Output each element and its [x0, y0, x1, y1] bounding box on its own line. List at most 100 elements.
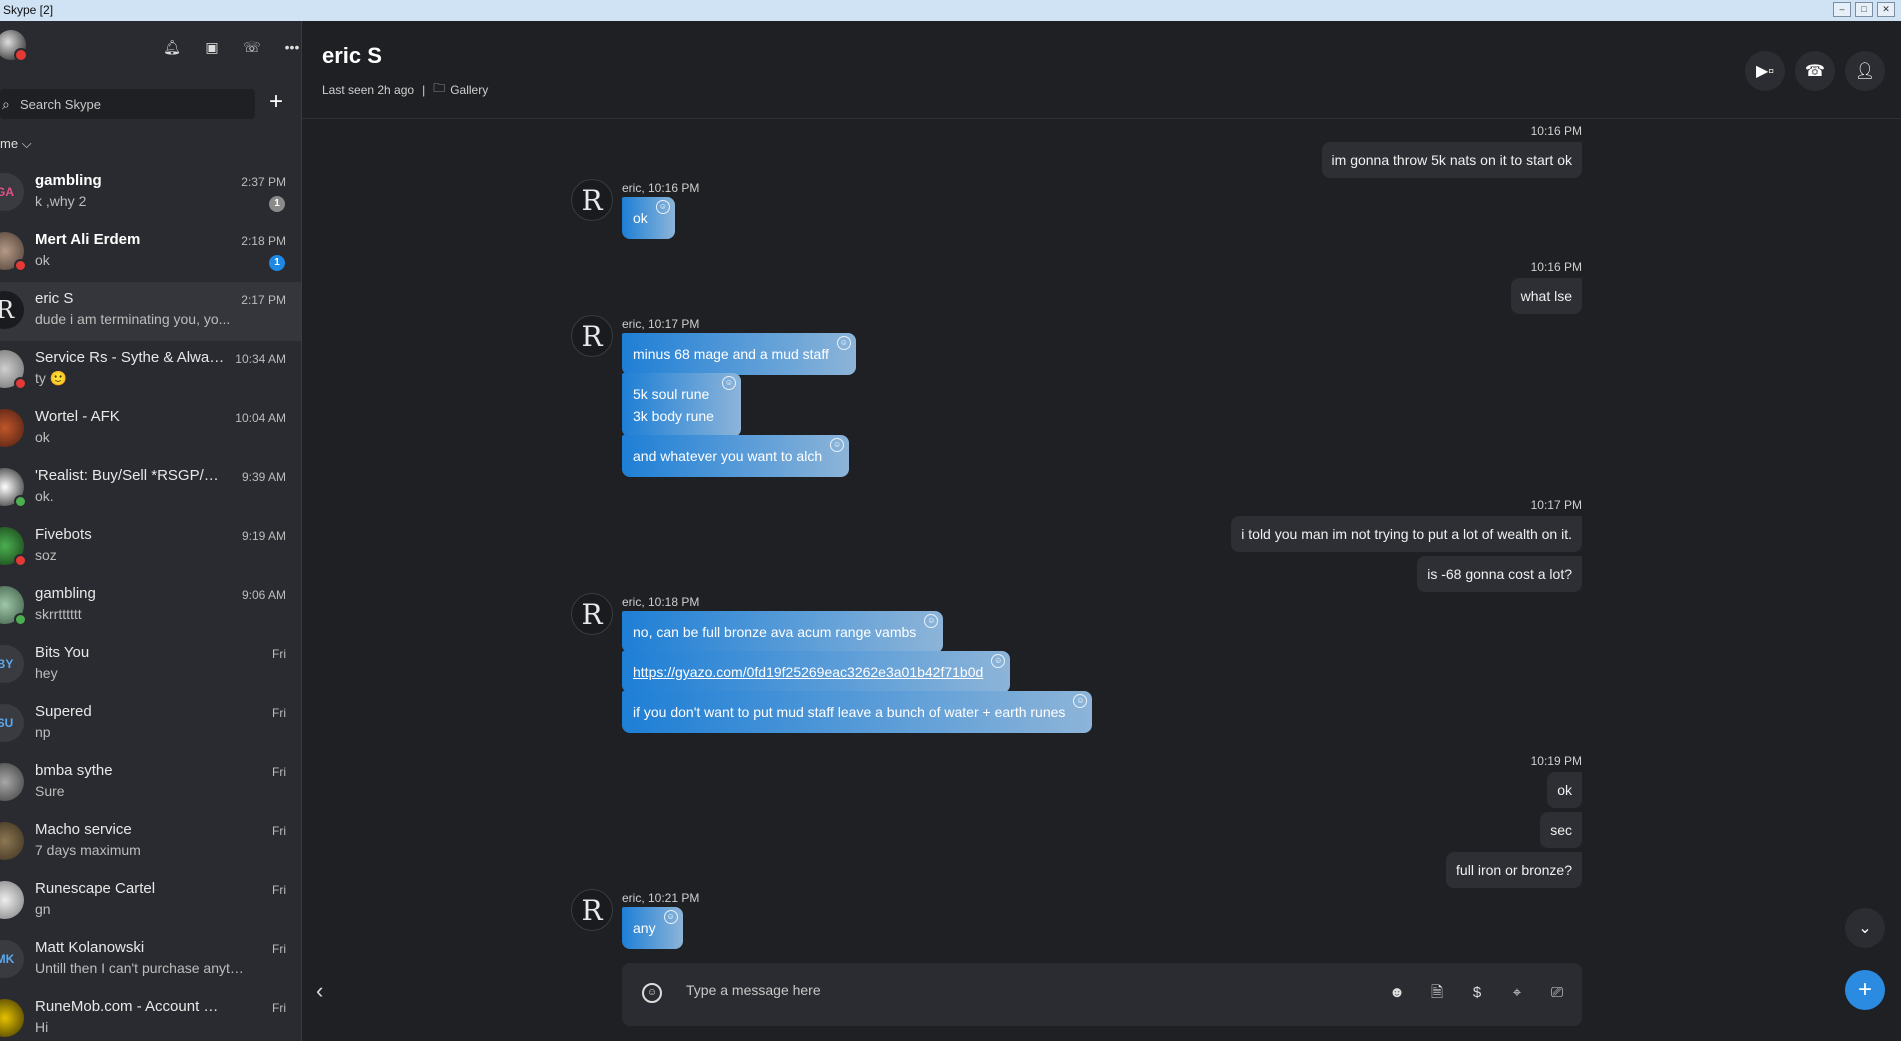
chevron-down-icon: ⌄ — [1858, 920, 1872, 937]
chat-list-item[interactable]: Wortel - AFK ok 10:04 AM — [0, 400, 301, 459]
message-timestamp: 10:19 PM — [1530, 754, 1582, 768]
my-avatar[interactable] — [0, 30, 28, 62]
chat-name: gambling — [35, 172, 102, 189]
message-list[interactable]: 10:16 PM im gonna throw 5k nats on it to… — [302, 119, 1901, 974]
send-money-icon[interactable]: $ — [1466, 982, 1488, 1004]
calls-icon[interactable]: ☏ — [240, 35, 264, 59]
chat-list-item[interactable]: Runescape Cartel gn Fri — [0, 872, 301, 931]
avatar[interactable]: R — [571, 593, 613, 635]
message-timestamp: 10:17 PM — [1530, 498, 1582, 512]
message-input[interactable] — [684, 981, 1328, 999]
chat-time: Fri — [272, 647, 286, 661]
search-input[interactable] — [18, 95, 242, 113]
audio-call-button[interactable]: ☎ — [1795, 51, 1835, 91]
sidebar-toolbar: 🔔︎ ▣ ☏ ••• — [160, 35, 301, 59]
reaction-smiley-icon[interactable]: ☺ — [991, 654, 1006, 668]
avatar[interactable]: R — [571, 889, 613, 931]
more-options-icon[interactable]: ••• — [280, 35, 301, 59]
incoming-message[interactable]: ok ☺ — [622, 197, 675, 239]
online-status-icon — [14, 613, 27, 626]
incoming-message[interactable]: 5k soul rune 3k body rune ☺ — [622, 373, 741, 437]
location-pin-icon[interactable]: ⌖ — [1506, 982, 1528, 1004]
chat-list-item[interactable]: Fivebots soz 9:19 AM — [0, 518, 301, 577]
chat-list-item[interactable]: Macho service 7 days maximum Fri — [0, 813, 301, 872]
avatar[interactable]: R — [571, 315, 613, 357]
reaction-smiley-icon[interactable]: ☺ — [830, 438, 845, 452]
gallery-link[interactable]: 🗀 Gallery — [433, 79, 488, 100]
chat-list-item[interactable]: bmba sythe Sure Fri — [0, 754, 301, 813]
minimize-button[interactable]: – — [1833, 2, 1851, 17]
outgoing-message[interactable]: sec — [1540, 812, 1582, 848]
chat-list-item[interactable]: gambling skrrtttttt 9:06 AM — [0, 577, 301, 636]
sort-label: me — [0, 136, 19, 151]
sort-dropdown[interactable]: me ⌵ — [0, 136, 32, 152]
outgoing-message[interactable]: i told you man im not trying to put a lo… — [1231, 516, 1582, 552]
close-button[interactable]: ✕ — [1877, 2, 1895, 17]
phone-icon: ☎ — [1805, 63, 1825, 80]
emoji-icon[interactable]: ☺ — [642, 983, 662, 1003]
chat-list-item[interactable]: R eric S dude i am terminating you, yo..… — [0, 282, 301, 341]
chat-list-item[interactable]: SU Supered np Fri — [0, 695, 301, 754]
incoming-message[interactable]: minus 68 mage and a mud staff ☺ — [622, 333, 856, 375]
chat-name: Fivebots — [35, 526, 92, 543]
chat-time: Fri — [272, 824, 286, 838]
outgoing-message[interactable]: what lse — [1510, 278, 1582, 314]
chat-name: Mert Ali Erdem — [35, 231, 141, 248]
reaction-smiley-icon[interactable]: ☺ — [721, 376, 736, 390]
incoming-message[interactable]: no, can be full bronze ava acum range va… — [622, 611, 944, 653]
reaction-smiley-icon[interactable]: ☺ — [924, 614, 939, 628]
incoming-message[interactable]: any ☺ — [622, 907, 683, 949]
outgoing-message[interactable]: full iron or bronze? — [1446, 852, 1582, 888]
chat-list-item[interactable]: MK Matt Kolanowski Untill then I can't p… — [0, 931, 301, 990]
chat-preview: ok — [35, 429, 50, 445]
send-file-icon[interactable]: 🗎 — [1426, 982, 1448, 1004]
chat-name: gambling — [35, 585, 96, 602]
chat-list-item[interactable]: BY Bits You hey Fri — [0, 636, 301, 695]
message-timestamp: 10:16 PM — [1530, 124, 1582, 138]
chat-preview: skrrtttttt — [35, 606, 82, 622]
reaction-smiley-icon[interactable]: ☺ — [1073, 694, 1088, 708]
chat-list-item[interactable]: GA gambling k ,why 2 2:37 PM 1 — [0, 164, 301, 223]
unread-badge: 1 — [269, 255, 285, 271]
add-content-button[interactable]: + — [1845, 970, 1885, 1010]
incoming-message[interactable]: if you don't want to put mud staff leave… — [622, 691, 1093, 733]
outgoing-message[interactable]: is -68 gonna cost a lot? — [1417, 556, 1582, 592]
reaction-smiley-icon[interactable]: ☺ — [663, 910, 678, 924]
composer-toolbar: ☻ 🗎 $ ⌖ ⎚ — [1386, 982, 1568, 1004]
chat-name: Supered — [35, 703, 92, 720]
last-seen-text: Last seen 2h ago — [322, 82, 415, 97]
outgoing-message[interactable]: im gonna throw 5k nats on it to start ok — [1321, 142, 1582, 178]
contacts-icon[interactable]: ▣ — [200, 35, 224, 59]
message-link[interactable]: https://gyazo.com/0fd19f25269eac3262e3a0… — [633, 664, 983, 680]
chat-list-item[interactable]: 'Realist: Buy/Sell *RSGP/CS:... ok. 9:39… — [0, 459, 301, 518]
chat-preview: ty 🙂 — [35, 370, 68, 386]
sticker-icon[interactable]: ☻ — [1386, 982, 1408, 1004]
chevron-left-icon: ‹ — [316, 978, 324, 1003]
video-message-icon[interactable]: ⎚ — [1546, 982, 1568, 1004]
busy-status-icon — [14, 259, 27, 272]
chat-name: Matt Kolanowski — [35, 939, 145, 956]
sender-timestamp: eric, 10:17 PM — [622, 317, 700, 331]
outgoing-message[interactable]: ok — [1547, 772, 1582, 808]
video-call-button[interactable]: ▶▫ — [1745, 51, 1785, 91]
chat-list-item[interactable]: Mert Ali Erdem ok 2:18 PM 1 — [0, 223, 301, 282]
reaction-smiley-icon[interactable]: ☺ — [655, 200, 670, 214]
notifications-bell-icon[interactable]: 🔔︎ — [160, 35, 184, 59]
new-chat-button[interactable]: + — [265, 90, 287, 114]
maximize-button[interactable]: □ — [1855, 2, 1873, 17]
sender-timestamp: eric, 10:16 PM — [622, 181, 700, 195]
avatar — [0, 763, 24, 801]
avatar[interactable]: R — [571, 179, 613, 221]
chat-name: 'Realist: Buy/Sell *RSGP/CS:... — [35, 467, 227, 484]
add-participant-button[interactable]: 👤︎ — [1845, 51, 1885, 91]
incoming-message[interactable]: and whatever you want to alch ☺ — [622, 435, 850, 477]
search-box[interactable]: ⌕ — [0, 89, 255, 119]
reaction-smiley-icon[interactable]: ☺ — [836, 336, 851, 350]
scroll-to-bottom-button[interactable]: ⌄ — [1845, 908, 1885, 948]
message-timestamp: 10:16 PM — [1530, 260, 1582, 274]
contact-name[interactable]: eric S — [322, 43, 382, 69]
chat-list-item[interactable]: Service Rs - Sythe & Alway... ty 🙂 10:34… — [0, 341, 301, 400]
chat-list-item[interactable]: RuneMob.com - Account Rentals... Hi Fri — [0, 990, 301, 1041]
collapse-sidebar-button[interactable]: ‹ — [316, 978, 323, 1004]
incoming-message[interactable]: https://gyazo.com/0fd19f25269eac3262e3a0… — [622, 651, 1011, 693]
